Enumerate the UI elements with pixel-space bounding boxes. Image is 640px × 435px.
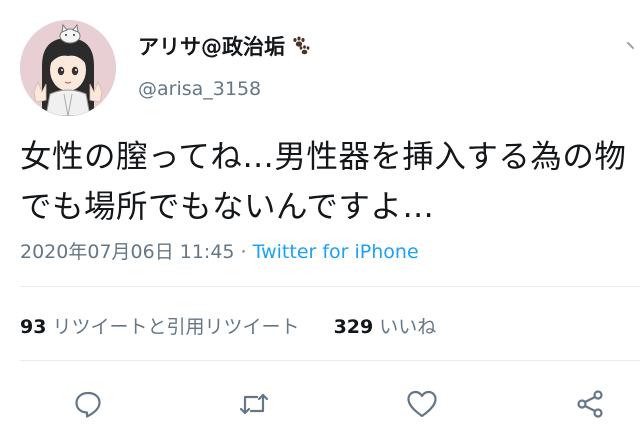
share-icon <box>577 390 603 418</box>
tweet-card: アリサ@政治垢 @arisa_3158 女性の膣ってね…男性器を挿入する為の物 … <box>0 0 640 435</box>
like-button[interactable] <box>402 384 442 424</box>
like-label: いいね <box>379 316 437 338</box>
tweet-meta: 2020年07月06日 11:45 · Twitter for iPhone <box>20 237 419 264</box>
paw-prints-icon <box>289 35 311 57</box>
avatar-image <box>20 20 116 116</box>
user-handle[interactable]: @arisa_3158 <box>138 78 261 100</box>
tweet-text-line: 女性の膣ってね…男性器を挿入する為の物 <box>20 139 627 175</box>
meta-separator: · <box>234 241 253 263</box>
like-stat[interactable]: 329 いいね <box>334 316 437 338</box>
retweet-icon <box>239 393 269 415</box>
reply-button[interactable] <box>68 384 108 424</box>
tweet-text-line: でも場所でもないんですよ… <box>20 189 435 225</box>
chevron-down-icon[interactable] <box>626 38 640 52</box>
tweet-stats: 93 リツイートと引用リツイート 329 いいね <box>20 312 436 339</box>
retweet-count: 93 <box>20 316 47 338</box>
retweet-label: リツイートと引用リツイート <box>52 316 300 338</box>
display-name[interactable]: アリサ@政治垢 <box>138 31 311 61</box>
display-name-text: アリサ@政治垢 <box>138 35 285 59</box>
tweet-text: 女性の膣ってね…男性器を挿入する為の物 でも場所でもないんですよ… <box>20 132 632 232</box>
tweet-source-link[interactable]: Twitter for iPhone <box>253 241 419 263</box>
divider <box>20 286 640 287</box>
share-button[interactable] <box>570 384 610 424</box>
retweet-button[interactable] <box>234 384 274 424</box>
retweet-stat[interactable]: 93 リツイートと引用リツイート <box>20 316 299 338</box>
heart-icon <box>407 390 437 418</box>
reply-icon <box>75 391 101 418</box>
timestamp[interactable]: 2020年07月06日 11:45 <box>20 241 235 263</box>
divider <box>20 360 640 361</box>
avatar[interactable] <box>20 20 116 116</box>
like-count: 329 <box>333 316 374 338</box>
